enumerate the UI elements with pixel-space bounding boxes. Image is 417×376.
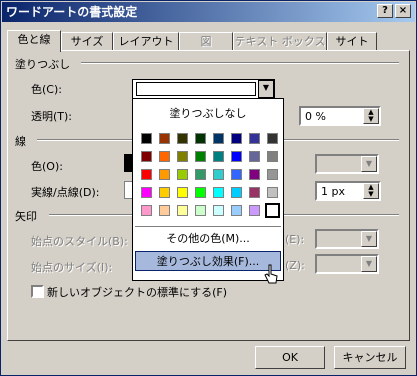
color-swatch[interactable] bbox=[249, 187, 260, 198]
fill-group-label: 塗りつぶし bbox=[15, 58, 71, 71]
begin-style-label: 始点のスタイル(B): bbox=[31, 235, 128, 248]
transparency-value: 0 % bbox=[305, 110, 326, 123]
chevron-down-icon: ▼ bbox=[361, 231, 377, 247]
color-swatch[interactable] bbox=[231, 151, 242, 162]
mouse-cursor-icon bbox=[264, 264, 278, 284]
close-button[interactable]: × bbox=[395, 4, 411, 18]
fill-color-preview bbox=[136, 82, 256, 96]
color-swatch[interactable] bbox=[231, 169, 242, 180]
fill-effects-option[interactable]: 塗りつぶし効果(F)... bbox=[135, 251, 281, 271]
default-checkbox-label: 新しいオブジェクトの標準にする(F) bbox=[47, 286, 228, 299]
tab-layout[interactable]: レイアウト bbox=[113, 32, 179, 50]
color-swatch[interactable] bbox=[141, 169, 152, 180]
line-weight-value: 1 px bbox=[321, 185, 345, 198]
ok-button[interactable]: OK bbox=[255, 346, 325, 369]
end-size-dropdown: ▼ bbox=[315, 254, 379, 274]
color-swatch[interactable] bbox=[159, 169, 170, 180]
color-swatch[interactable] bbox=[177, 169, 188, 180]
tab-textbox: テキスト ボックス bbox=[233, 32, 327, 50]
default-checkbox[interactable] bbox=[31, 285, 44, 298]
title-bar[interactable]: ワードアートの書式設定 ? × bbox=[2, 2, 415, 22]
fill-group-divider bbox=[81, 62, 399, 64]
color-swatch[interactable] bbox=[195, 205, 206, 216]
color-swatch[interactable] bbox=[177, 151, 188, 162]
color-swatch[interactable] bbox=[213, 205, 224, 216]
transparency-label: 透明(T): bbox=[31, 110, 73, 123]
chevron-down-icon: ▼ bbox=[361, 156, 377, 172]
color-swatch[interactable] bbox=[177, 133, 188, 144]
color-swatch[interactable] bbox=[159, 187, 170, 198]
color-swatch[interactable] bbox=[213, 187, 224, 198]
fill-color-label: 色(C): bbox=[31, 83, 62, 96]
color-swatch[interactable] bbox=[195, 169, 206, 180]
tab-size[interactable]: サイズ bbox=[61, 32, 113, 50]
color-picker-popup: 塗りつぶしなし その他の色(M)... 塗りつぶし効果(F)... bbox=[132, 98, 284, 281]
transparency-spinner[interactable]: 0 % ▲ ▼ bbox=[299, 106, 381, 126]
color-swatch[interactable] bbox=[249, 169, 260, 180]
color-swatch[interactable] bbox=[213, 133, 224, 144]
color-swatch[interactable] bbox=[265, 203, 280, 218]
color-swatch[interactable] bbox=[159, 133, 170, 144]
color-swatch[interactable] bbox=[177, 205, 188, 216]
spinner-arrows-icon[interactable]: ▲ ▼ bbox=[363, 183, 379, 199]
color-swatch[interactable] bbox=[195, 133, 206, 144]
dialog-title: ワードアートの書式設定 bbox=[6, 5, 138, 19]
color-swatch[interactable] bbox=[141, 133, 152, 144]
line-group-label: 線 bbox=[15, 135, 26, 148]
spinner-arrows-icon[interactable]: ▲ ▼ bbox=[363, 108, 379, 124]
tab-web[interactable]: サイト bbox=[327, 32, 377, 50]
color-swatch[interactable] bbox=[249, 151, 260, 162]
line-style-label: 実線/点線(D): bbox=[31, 186, 100, 199]
color-swatch[interactable] bbox=[141, 205, 152, 216]
color-swatch[interactable] bbox=[267, 151, 278, 162]
color-swatch[interactable] bbox=[267, 169, 278, 180]
chevron-down-icon[interactable]: ▼ bbox=[258, 80, 274, 98]
color-swatch[interactable] bbox=[231, 133, 242, 144]
cancel-button[interactable]: キャンセル bbox=[334, 346, 406, 369]
color-swatch[interactable] bbox=[195, 151, 206, 162]
begin-size-label: 始点のサイズ(I): bbox=[31, 261, 113, 274]
end-style-dropdown: ▼ bbox=[315, 229, 379, 249]
color-swatch[interactable] bbox=[159, 205, 170, 216]
dialog-window: ワードアートの書式設定 ? × 色と線 サイズ レイアウト 図 テキスト ボック… bbox=[0, 0, 417, 376]
color-swatch[interactable] bbox=[141, 187, 152, 198]
tab-picture: 図 bbox=[179, 32, 233, 50]
color-swatch[interactable] bbox=[213, 151, 224, 162]
color-swatch[interactable] bbox=[267, 187, 278, 198]
color-swatch[interactable] bbox=[195, 187, 206, 198]
end-size-label: (Z): bbox=[285, 259, 305, 272]
color-swatch[interactable] bbox=[213, 169, 224, 180]
color-swatch[interactable] bbox=[177, 187, 188, 198]
fill-color-dropdown[interactable]: ▼ bbox=[132, 79, 275, 99]
color-swatch[interactable] bbox=[159, 151, 170, 162]
color-swatch[interactable] bbox=[249, 133, 260, 144]
no-fill-option[interactable]: 塗りつぶしなし bbox=[137, 104, 279, 124]
line-weight-spinner[interactable]: 1 px ▲ ▼ bbox=[315, 181, 381, 201]
arrows-group-label: 矢印 bbox=[15, 210, 37, 223]
chevron-down-icon: ▼ bbox=[361, 256, 377, 272]
tab-colors-lines[interactable]: 色と線 bbox=[7, 30, 61, 52]
help-button[interactable]: ? bbox=[377, 4, 393, 18]
popup-separator bbox=[135, 226, 281, 227]
color-swatch[interactable] bbox=[141, 151, 152, 162]
more-colors-option[interactable]: その他の色(M)... bbox=[137, 230, 279, 248]
line-color-label: 色(O): bbox=[31, 160, 63, 173]
line-dashed-dropdown: ▼ bbox=[315, 154, 379, 174]
end-style-label: (E): bbox=[285, 233, 305, 246]
color-swatch[interactable] bbox=[231, 205, 242, 216]
color-swatch[interactable] bbox=[249, 205, 260, 216]
color-swatch[interactable] bbox=[231, 187, 242, 198]
color-swatch[interactable] bbox=[267, 133, 278, 144]
